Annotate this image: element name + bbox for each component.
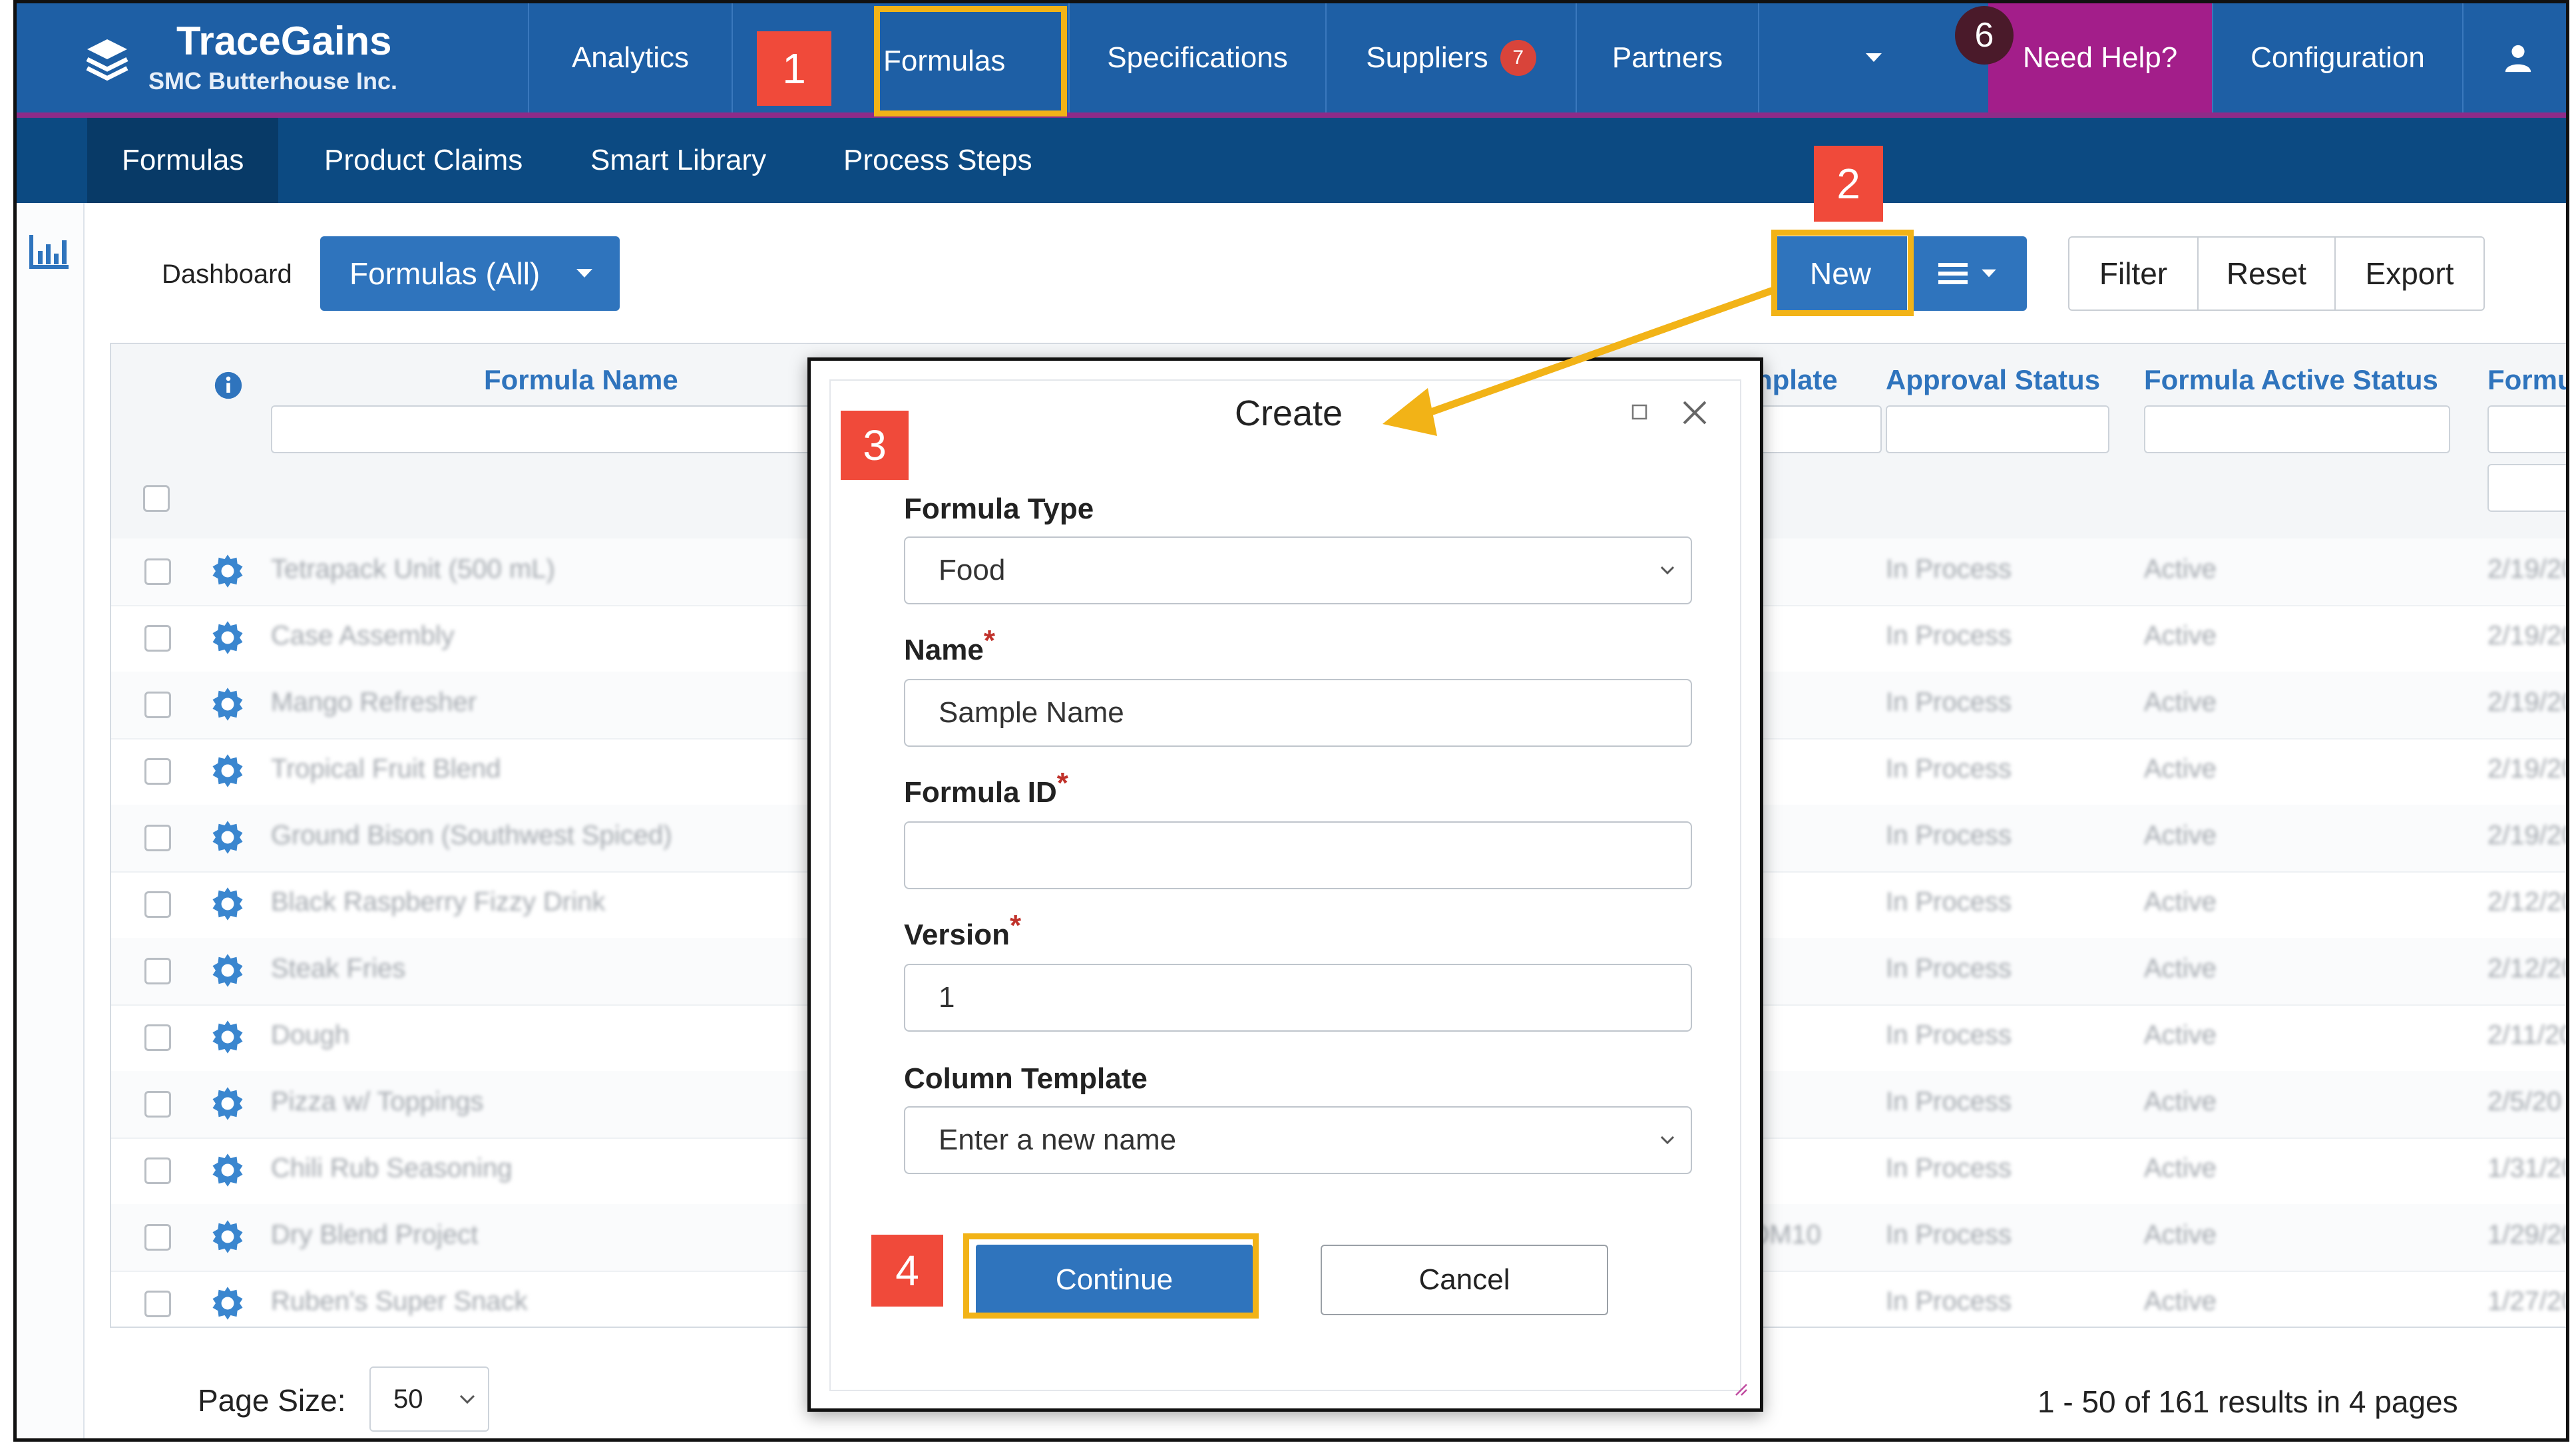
screenshot: TraceGains SMC Butterhouse Inc. Analytic…	[0, 0, 2576, 1455]
annotation-arrow	[1383, 287, 1775, 436]
app-window: TraceGains SMC Butterhouse Inc. Analytic…	[13, 0, 2569, 1442]
